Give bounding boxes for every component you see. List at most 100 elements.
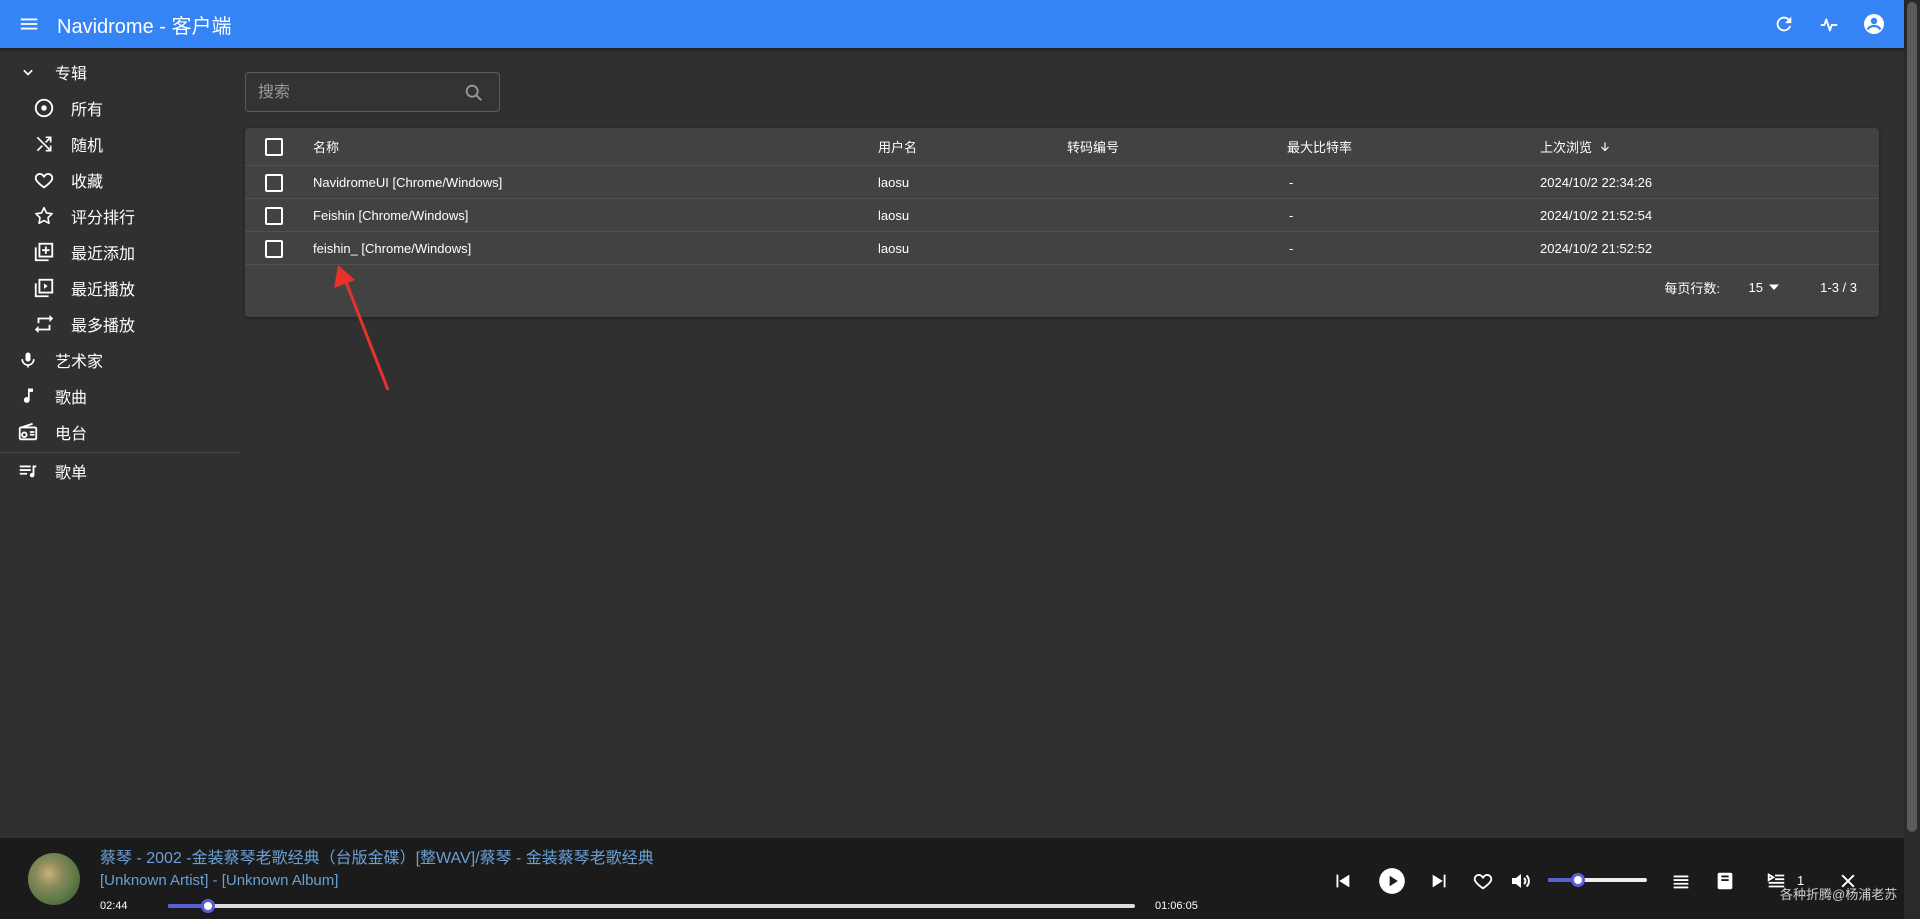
- table-header-row: 名称 用户名 转码编号 最大比特率 上次浏览: [245, 128, 1879, 166]
- column-header-last-seen[interactable]: 上次浏览: [1540, 128, 1612, 165]
- star-icon: [32, 204, 56, 228]
- sidebar-item-label: 电台: [55, 426, 88, 443]
- activity-icon[interactable]: [1817, 12, 1841, 36]
- play-icon[interactable]: [1377, 866, 1407, 896]
- skip-next-icon[interactable]: [1427, 868, 1453, 894]
- pagination: 每页行数: 15 1-3 / 3: [1479, 271, 1879, 303]
- heart-icon: [32, 168, 56, 192]
- sidebar-item-radio[interactable]: 电台: [0, 414, 240, 450]
- menu-icon[interactable]: [17, 12, 41, 36]
- lyrics-icon[interactable]: [1712, 868, 1738, 894]
- player-bar: 蔡琴 - 2002 -金装蔡琴老歌经典（台版金碟）[整WAV]/蔡琴 - 金装蔡…: [0, 838, 1904, 919]
- sidebar-item-label: 随机: [71, 138, 104, 155]
- pagination-range: 1-3 / 3: [1820, 279, 1857, 295]
- sidebar-item-most-played[interactable]: 最多播放: [0, 306, 240, 342]
- cell-username: laosu: [878, 240, 910, 256]
- app-title: Navidrome - 客户端: [57, 15, 232, 38]
- album-cover[interactable]: [28, 853, 80, 905]
- column-header-last-seen-label: 上次浏览: [1540, 140, 1593, 155]
- column-header-transcoding[interactable]: 转码编号: [1067, 128, 1119, 165]
- progress-slider[interactable]: [168, 899, 1135, 913]
- column-header-max-bitrate[interactable]: 最大比特率: [1287, 128, 1352, 165]
- track-artist-album[interactable]: [Unknown Artist] - [Unknown Album]: [100, 872, 338, 889]
- sidebar-item-songs[interactable]: 歌曲: [0, 378, 240, 414]
- sidebar: 专辑 所有 随机 收藏 评分排行 最近添加 最近播放 最多播放 艺术家 歌曲 电…: [0, 48, 240, 489]
- sidebar-item-label: 评分排行: [71, 210, 136, 227]
- sidebar-item-label: 艺术家: [55, 354, 104, 371]
- table-row[interactable]: feishin_ [Chrome/Windows] laosu - 2024/1…: [245, 232, 1879, 265]
- sidebar-item-label: 歌曲: [55, 390, 88, 407]
- shuffle-icon: [32, 132, 56, 156]
- sidebar-item-playlists[interactable]: 歌单: [0, 453, 240, 489]
- app-bar: Navidrome - 客户端: [0, 0, 1904, 48]
- current-time: 02:44: [100, 900, 128, 912]
- cell-max-bitrate: -: [1289, 240, 1294, 256]
- search-field[interactable]: [245, 72, 500, 112]
- video-library-icon: [32, 276, 56, 300]
- select-all-checkbox[interactable]: [265, 138, 283, 156]
- volume-slider[interactable]: [1548, 873, 1647, 887]
- chevron-down-icon: [16, 60, 40, 84]
- rows-per-page-value: 15: [1748, 279, 1763, 295]
- caret-down-icon: [1769, 280, 1779, 295]
- sidebar-item-label: 最近播放: [71, 282, 136, 299]
- cell-last-seen: 2024/10/2 21:52:52: [1540, 240, 1653, 256]
- table-row[interactable]: NavidromeUI [Chrome/Windows] laosu - 202…: [245, 166, 1879, 199]
- sidebar-item-top-rated[interactable]: 评分排行: [0, 198, 240, 234]
- sidebar-item-label: 最近添加: [71, 246, 136, 263]
- sidebar-item-label: 歌单: [55, 465, 88, 482]
- page-scrollbar[interactable]: [1904, 0, 1920, 919]
- playlist-icon: [16, 459, 40, 483]
- search-icon[interactable]: [463, 82, 485, 104]
- cell-last-seen: 2024/10/2 21:52:54: [1540, 207, 1653, 223]
- players-table: 名称 用户名 转码编号 最大比特率 上次浏览 NavidromeUI [Chro…: [245, 128, 1879, 317]
- account-icon[interactable]: [1862, 12, 1886, 36]
- search-input[interactable]: [258, 82, 458, 104]
- library-add-icon: [32, 240, 56, 264]
- row-checkbox[interactable]: [265, 207, 283, 225]
- total-time: 01:06:05: [1155, 900, 1198, 912]
- skip-previous-icon[interactable]: [1329, 868, 1355, 894]
- column-header-username[interactable]: 用户名: [878, 128, 917, 165]
- sidebar-item-favorites[interactable]: 收藏: [0, 162, 240, 198]
- scrollbar-thumb[interactable]: [1907, 2, 1917, 832]
- sidebar-item-recently-played[interactable]: 最近播放: [0, 270, 240, 306]
- cell-max-bitrate: -: [1289, 207, 1294, 223]
- progress-knob[interactable]: [200, 899, 215, 913]
- row-checkbox[interactable]: [265, 174, 283, 192]
- sidebar-item-all[interactable]: 所有: [0, 90, 240, 126]
- sidebar-item-label: 收藏: [71, 174, 104, 191]
- table-row[interactable]: Feishin [Chrome/Windows] laosu - 2024/10…: [245, 199, 1879, 232]
- sidebar-group-albums[interactable]: 专辑: [0, 54, 240, 90]
- refresh-icon[interactable]: [1772, 12, 1796, 36]
- cell-username: laosu: [878, 207, 910, 223]
- sidebar-item-label: 最多播放: [71, 318, 136, 335]
- cell-name: feishin_ [Chrome/Windows]: [313, 240, 472, 256]
- rows-per-page-label: 每页行数:: [1664, 280, 1720, 296]
- music-note-icon: [16, 384, 40, 408]
- track-title[interactable]: 蔡琴 - 2002 -金装蔡琴老歌经典（台版金碟）[整WAV]/蔡琴 - 金装蔡…: [100, 844, 654, 868]
- sidebar-item-artists[interactable]: 艺术家: [0, 342, 240, 378]
- volume-icon[interactable]: [1508, 868, 1534, 894]
- sidebar-item-random[interactable]: 随机: [0, 126, 240, 162]
- playlist-icon[interactable]: [1668, 868, 1694, 894]
- arrow-down-icon: [1598, 140, 1612, 154]
- watermark: 各种折腾@杨浦老苏: [1780, 887, 1898, 902]
- cell-name: NavidromeUI [Chrome/Windows]: [313, 174, 503, 190]
- sidebar-item-label: 所有: [71, 102, 104, 119]
- column-header-name[interactable]: 名称: [313, 128, 339, 165]
- radio-icon: [16, 420, 40, 444]
- rows-per-page-select[interactable]: 15: [1749, 280, 1779, 295]
- cell-name: Feishin [Chrome/Windows]: [313, 207, 469, 223]
- microphone-icon: [16, 348, 40, 372]
- heart-icon[interactable]: [1470, 868, 1496, 894]
- volume-knob[interactable]: [1570, 873, 1585, 887]
- repeat-icon: [32, 312, 56, 336]
- cell-last-seen: 2024/10/2 22:34:26: [1540, 174, 1653, 190]
- cell-max-bitrate: -: [1289, 174, 1294, 190]
- sidebar-item-recently-added[interactable]: 最近添加: [0, 234, 240, 270]
- cell-username: laosu: [878, 174, 910, 190]
- row-checkbox[interactable]: [265, 240, 283, 258]
- album-icon: [32, 96, 56, 120]
- sidebar-group-label: 专辑: [55, 66, 88, 83]
